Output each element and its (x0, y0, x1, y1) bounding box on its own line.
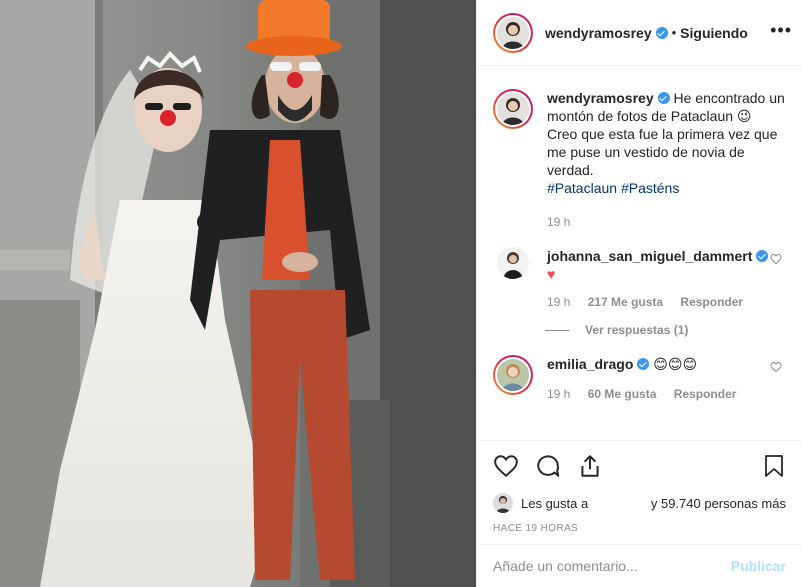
like-comment-heart-icon[interactable] (770, 361, 782, 373)
reply-button[interactable]: Responder (680, 295, 743, 309)
post-side-panel: wendyramosrey • Siguiendo ••• wendyramos… (476, 0, 802, 587)
verified-badge-icon (637, 358, 650, 370)
post-actions: Les gusta a y 59.740 personas más HACE 1… (477, 440, 802, 534)
view-replies-button[interactable]: Ver respuestas (1) (545, 323, 786, 337)
replies-divider (545, 329, 569, 331)
post-photo[interactable] (0, 0, 476, 587)
caption-username[interactable]: wendyramosrey (547, 90, 654, 106)
comment-item: emilia_drago 😊😊😊 19 h 60 Me gusta Respon… (493, 355, 786, 401)
commenter-avatar[interactable] (497, 247, 529, 279)
publish-button[interactable]: Publicar (731, 558, 786, 574)
caption-line: montón de fotos de Pataclaun 😉 (547, 108, 752, 124)
caption-time[interactable]: 19 h (547, 215, 570, 229)
verified-badge-icon (655, 26, 668, 39)
heart-icon[interactable] (493, 453, 519, 479)
liked-by: Les gusta a y 59.740 personas más (493, 493, 786, 513)
bookmark-icon[interactable] (762, 453, 786, 479)
post-timestamp[interactable]: HACE 19 HORAS (493, 523, 786, 534)
view-replies-label[interactable]: Ver respuestas (1) (585, 323, 688, 337)
instagram-post-view: wendyramosrey • Siguiendo ••• wendyramos… (0, 0, 802, 587)
post-header: wendyramosrey • Siguiendo ••• (477, 0, 802, 66)
verified-badge-icon (657, 92, 670, 104)
liked-by-prefix: Les gusta a (521, 495, 589, 511)
like-comment-heart-icon[interactable] (770, 253, 782, 265)
caption-line: verdad. (547, 162, 594, 178)
author-avatar[interactable] (493, 12, 533, 53)
commenter-username[interactable]: emilia_drago (547, 356, 633, 372)
follow-status-button[interactable]: Siguiendo (680, 25, 748, 41)
share-icon[interactable] (577, 453, 603, 479)
verified-badge-icon (756, 250, 769, 262)
author-username[interactable]: wendyramosrey (545, 25, 652, 41)
header-separator: • (671, 25, 677, 40)
caption-hashtags[interactable]: #Pataclaun #Pasténs (547, 180, 679, 196)
commenter-avatar[interactable] (493, 355, 533, 395)
comment-time[interactable]: 19 h (547, 387, 570, 401)
caption-line: me puse un vestido de novia de (547, 144, 745, 160)
liker-avatar[interactable] (493, 493, 513, 513)
comment-item: johanna_san_miguel_dammert ♥ 19 h 217 Me… (493, 247, 786, 309)
comments-list[interactable]: wendyramosrey He encontrado un montón de… (477, 67, 802, 439)
add-comment-bar: Publicar (477, 544, 802, 587)
caption-line: He encontrado un (673, 90, 785, 106)
comment-input[interactable] (493, 558, 731, 574)
comment-time[interactable]: 19 h (547, 295, 570, 309)
reply-button[interactable]: Responder (674, 387, 737, 401)
caption-avatar[interactable] (493, 89, 533, 129)
comment-likes[interactable]: 60 Me gusta (588, 387, 657, 401)
caption-line: Creo que esta fue la primera vez que (547, 126, 778, 142)
comment-icon[interactable] (535, 453, 561, 479)
more-options-icon[interactable]: ••• (770, 20, 792, 41)
wedding-clowns-photo (0, 0, 476, 587)
comment-text: ♥ (547, 266, 556, 282)
commenter-username[interactable]: johanna_san_miguel_dammert (547, 248, 752, 264)
caption: wendyramosrey He encontrado un montón de… (493, 89, 786, 229)
comment-likes[interactable]: 217 Me gusta (588, 295, 663, 309)
liked-by-count[interactable]: y 59.740 personas más (651, 496, 786, 511)
comment-text: 😊😊😊 (653, 356, 698, 372)
